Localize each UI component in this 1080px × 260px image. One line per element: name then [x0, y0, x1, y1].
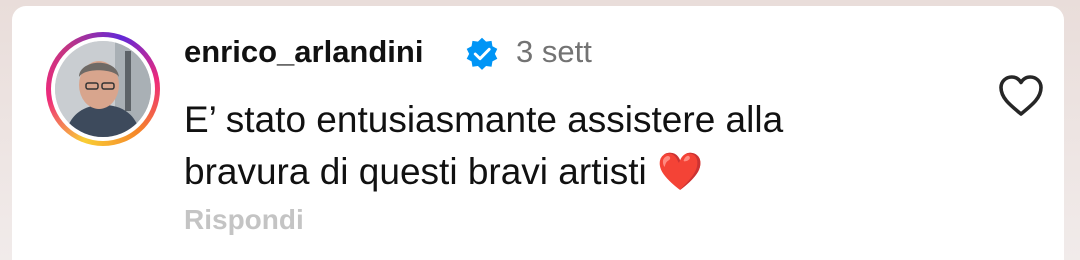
comment-text-line-1: E’ stato entusiasmante assistere alla [184, 99, 784, 140]
avatar-image [55, 41, 151, 137]
reply-button[interactable]: Rispondi [184, 200, 304, 240]
comment-text-line-2-text: bravura di questi bravi artisti [184, 151, 647, 192]
avatar [55, 41, 151, 137]
page-background: enrico_arlandini 3 sett E’ stato entusia… [0, 0, 1080, 260]
comment-username[interactable]: enrico_arlandini [184, 32, 423, 72]
comment-text: E’ stato entusiasmante assistere alla br… [184, 94, 944, 198]
comment-timestamp: 3 sett [516, 34, 592, 69]
avatar-story-ring[interactable] [46, 32, 160, 146]
comment-text-line-2: bravura di questi bravi artisti ❤️ [184, 146, 944, 198]
comment-card: enrico_arlandini 3 sett E’ stato entusia… [12, 6, 1064, 260]
heart-emoji: ❤️ [656, 151, 704, 192]
heart-outline-icon[interactable] [996, 72, 1046, 118]
avatar-gap [51, 37, 155, 141]
verified-badge-icon [466, 37, 498, 70]
